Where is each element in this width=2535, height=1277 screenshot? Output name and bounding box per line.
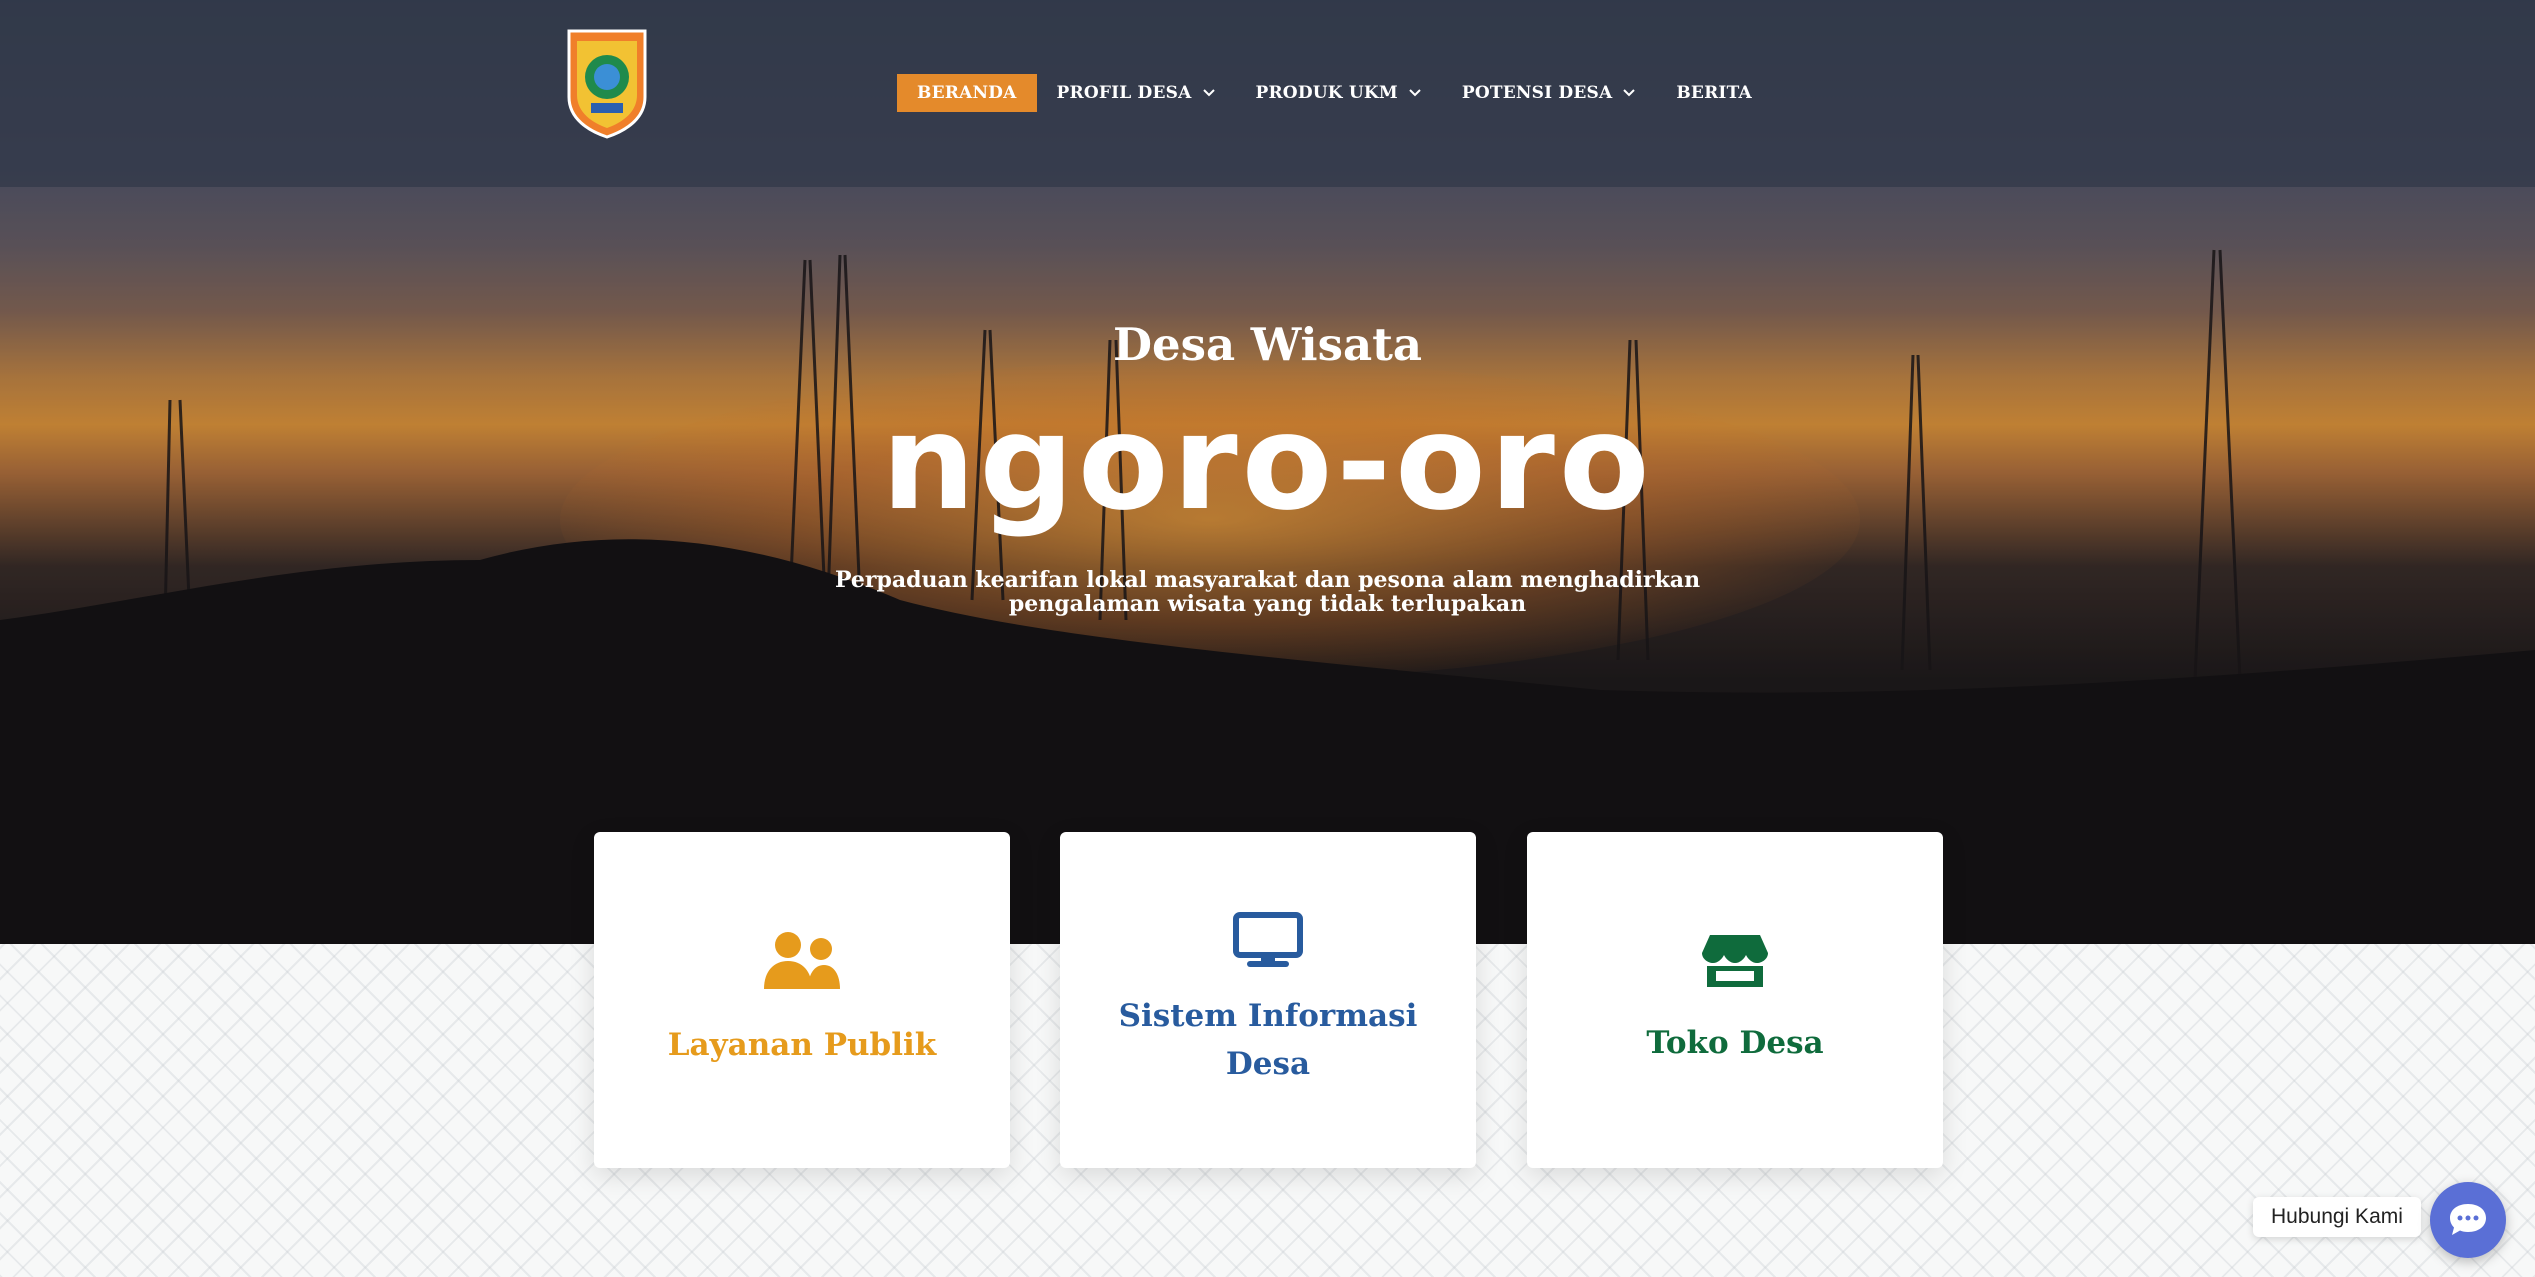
chevron-down-icon: [1202, 89, 1215, 97]
contact-button[interactable]: [2430, 1182, 2506, 1258]
card-title: Toko Desa: [1646, 1025, 1824, 1061]
site-header: BERANDA PROFIL DESA PRODUK UKM POTENSI D…: [0, 0, 2535, 187]
tagline-line-2: pengalaman wisata yang tidak terlupakan: [1008, 591, 1527, 617]
nav-item-produk-ukm[interactable]: PRODUK UKM: [1236, 74, 1442, 112]
nav-item-beranda[interactable]: BERANDA: [897, 74, 1037, 112]
chevron-down-icon: [1409, 89, 1421, 97]
nav-label: POTENSI DESA: [1461, 83, 1613, 103]
nav-item-potensi-desa[interactable]: POTENSI DESA: [1442, 74, 1656, 112]
card-sistem-informasi-desa[interactable]: Sistem Informasi Desa: [1060, 832, 1476, 1168]
village-crest-icon[interactable]: [565, 27, 649, 144]
main-nav: BERANDA PROFIL DESA PRODUK UKM POTENSI D…: [897, 74, 1772, 112]
nav-label: PRODUK UKM: [1255, 83, 1398, 103]
brand-logotype: ngoro-oro: [881, 386, 1654, 540]
chat-icon: [2450, 1204, 2486, 1235]
card-title: Layanan Publik: [667, 1027, 937, 1063]
store-icon: [1702, 935, 1768, 987]
nav-label: BERANDA: [917, 83, 1017, 103]
hero-subtitle: Desa Wisata: [1112, 318, 1423, 371]
card-layanan-publik[interactable]: Layanan Publik: [594, 832, 1010, 1168]
nav-label: BERITA: [1676, 83, 1752, 103]
nav-item-berita[interactable]: BERITA: [1656, 74, 1772, 112]
contact-label[interactable]: Hubungi Kami: [2253, 1197, 2421, 1237]
nav-label: PROFIL DESA: [1056, 83, 1192, 103]
monitor-icon: [1233, 912, 1303, 967]
hero-tagline: Perpaduan kearifan lokal masyarakat dan …: [0, 568, 2535, 616]
card-title: Sistem Informasi Desa: [1118, 998, 1418, 1082]
nav-item-profil-desa[interactable]: PROFIL DESA: [1037, 74, 1236, 112]
chevron-down-icon: [1623, 89, 1636, 97]
users-icon: [764, 932, 840, 989]
tagline-line-1: Perpaduan kearifan lokal masyarakat dan …: [834, 567, 1701, 593]
card-toko-desa[interactable]: Toko Desa: [1527, 832, 1943, 1168]
